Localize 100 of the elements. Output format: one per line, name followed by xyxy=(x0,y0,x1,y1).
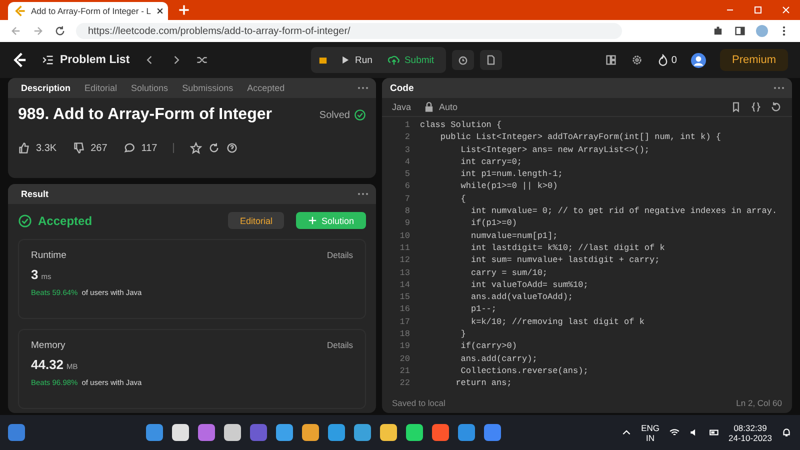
code-line: public List<Integer> addToArrayForm(int[] num, int k) { xyxy=(439,131,721,144)
language-indicator[interactable]: ENG xyxy=(641,422,660,432)
document-icon xyxy=(485,54,498,66)
plus-icon xyxy=(308,216,318,225)
close-icon[interactable] xyxy=(156,7,164,15)
code-line: int sum= numvalue+ lastdigit + carry; xyxy=(470,254,660,267)
line-number: 5 xyxy=(404,168,410,180)
problem-title: 989. Add to Array-Form of Integer xyxy=(18,106,273,124)
code-line: carry = sum/10; xyxy=(470,266,548,279)
details-link[interactable]: Details xyxy=(327,340,353,351)
panel-tab[interactable]: Submissions xyxy=(177,83,238,93)
editorial-button[interactable]: Editorial xyxy=(228,212,284,229)
panel-tab[interactable]: Accepted xyxy=(242,83,290,93)
app-icon[interactable] xyxy=(302,424,319,441)
line-number: 12 xyxy=(398,254,410,267)
cloud-upload-icon xyxy=(388,54,400,66)
bookmark-icon[interactable] xyxy=(730,101,742,113)
flame-icon[interactable] xyxy=(657,54,670,66)
line-number: 19 xyxy=(398,340,410,353)
panel-tab[interactable]: Editorial xyxy=(80,83,122,93)
line-number: 15 xyxy=(398,291,410,304)
premium-button[interactable]: Premium xyxy=(720,49,788,71)
app-icon[interactable] xyxy=(380,424,397,441)
settings-icon[interactable] xyxy=(631,54,644,66)
code-line: if(carry>0) xyxy=(460,340,517,353)
stat-value: 44.32 xyxy=(31,357,64,372)
lock-icon xyxy=(423,101,436,113)
app-icon[interactable] xyxy=(406,424,423,441)
comments-count: 117 xyxy=(141,142,158,154)
timer-button[interactable] xyxy=(452,50,474,70)
layout-icon[interactable] xyxy=(605,54,618,66)
line-number: 16 xyxy=(398,303,410,316)
line-number: 4 xyxy=(404,156,410,168)
code-line: int carry=0; xyxy=(460,156,522,168)
region-indicator[interactable]: IN xyxy=(646,432,655,442)
reload-icon[interactable] xyxy=(54,25,66,37)
line-number: 6 xyxy=(404,180,410,193)
code-line: while(p1>=0 || k>0) xyxy=(460,180,558,193)
code-line: int lastdigit= k%10; //last digit of k xyxy=(470,242,665,254)
code-tab[interactable]: Code xyxy=(390,82,414,94)
shuffle-icon[interactable] xyxy=(196,54,208,66)
line-number: 7 xyxy=(404,192,410,206)
dislikes-count: 267 xyxy=(90,142,108,154)
avatar-icon[interactable] xyxy=(690,52,706,68)
new-tab-icon[interactable] xyxy=(178,4,190,16)
comment-icon[interactable] xyxy=(123,142,136,154)
clock-date[interactable]: 24-10-2023 xyxy=(728,432,772,442)
app-icon[interactable] xyxy=(172,424,189,441)
code-line: int numvalue= 0; // to get rid of negative indexes in array. xyxy=(470,205,778,218)
code-line: Collections.reverse(ans); xyxy=(460,364,588,378)
line-number: 14 xyxy=(398,278,410,292)
address-bar[interactable]: https://leetcode.com/problems/add-to-array-form-of-integer/ xyxy=(76,23,622,39)
thumbs-up-icon[interactable] xyxy=(18,142,30,154)
thumbs-down-icon[interactable] xyxy=(72,142,85,154)
code-line: p1--; xyxy=(470,303,497,316)
browser-tab[interactable]: Add to Array-Form of Integer - L xyxy=(8,2,168,20)
bell-icon[interactable] xyxy=(781,427,792,438)
line-number: 2 xyxy=(404,131,410,144)
line-number: 18 xyxy=(398,328,410,340)
code-line: ans.add(valueToAdd); xyxy=(470,291,574,304)
panel-tab[interactable]: Solutions xyxy=(126,83,174,93)
wifi-icon[interactable] xyxy=(668,427,680,438)
streak-count: 0 xyxy=(671,54,677,66)
battery-icon[interactable] xyxy=(708,427,720,438)
cursor-position: Ln 2, Col 60 xyxy=(736,398,782,408)
problem-list-link[interactable]: Problem List xyxy=(42,54,130,66)
list-icon xyxy=(42,54,54,66)
notes-button[interactable] xyxy=(480,50,502,70)
line-number: 13 xyxy=(398,266,410,279)
details-link[interactable]: Details xyxy=(327,250,353,261)
code-line: class Solution { xyxy=(420,119,502,132)
braces-icon[interactable] xyxy=(750,101,762,113)
app-icon[interactable] xyxy=(328,424,345,441)
stat-label: Memory xyxy=(31,340,66,351)
result-tab[interactable]: Result xyxy=(16,189,54,199)
line-number: 22 xyxy=(398,377,410,390)
language-dropdown[interactable]: Java xyxy=(392,102,412,112)
app-icon[interactable] xyxy=(354,424,371,441)
stat-label: Runtime xyxy=(31,250,66,261)
maximize-icon[interactable] xyxy=(753,5,763,15)
code-line: int p1=num.length-1; xyxy=(460,168,563,180)
side-panel-icon[interactable] xyxy=(734,25,746,37)
star-icon[interactable] xyxy=(190,142,202,154)
app-icon[interactable] xyxy=(276,424,293,441)
clock-time[interactable]: 08:32:39 xyxy=(734,422,767,432)
refresh-icon[interactable] xyxy=(208,142,220,154)
help-icon[interactable] xyxy=(226,142,238,154)
panel-tab[interactable]: Description xyxy=(16,83,76,93)
line-number: 10 xyxy=(398,230,410,242)
line-number: 11 xyxy=(398,242,410,254)
code-line: ans.add(carry); xyxy=(460,352,538,365)
app-icon[interactable] xyxy=(224,424,241,441)
solved-status: Solved xyxy=(319,110,350,120)
code-line: if(p1>=0) xyxy=(470,217,517,230)
line-number: 20 xyxy=(398,352,410,365)
code-line: } xyxy=(460,328,466,340)
code-line: { xyxy=(460,192,466,206)
line-number: 17 xyxy=(398,316,410,328)
reset-icon[interactable] xyxy=(770,101,782,113)
likes-count: 3.3K xyxy=(36,142,57,154)
